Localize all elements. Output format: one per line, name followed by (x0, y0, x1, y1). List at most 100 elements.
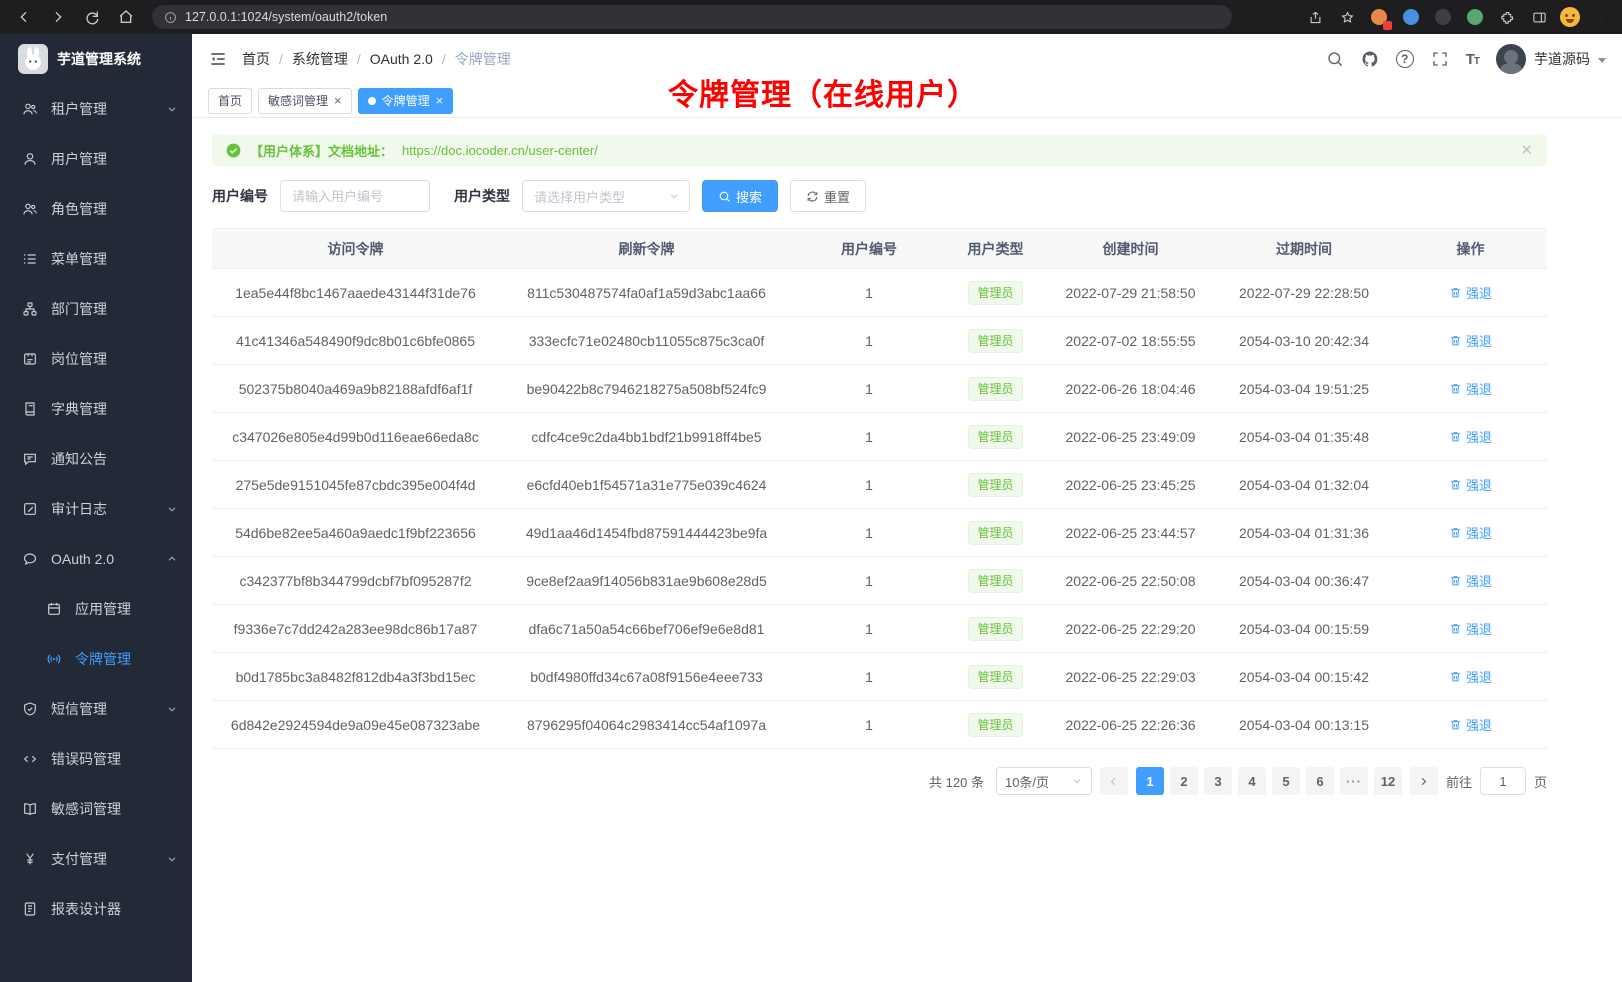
url-bar[interactable]: 127.0.0.1:1024/system/oauth2/token (152, 5, 1232, 29)
next-page-button[interactable] (1410, 767, 1438, 795)
force-logout-button[interactable]: 强退 (1449, 283, 1492, 302)
delete-icon (1449, 622, 1462, 635)
page-button-5[interactable]: 5 (1272, 767, 1300, 795)
search-button[interactable]: 搜索 (702, 180, 778, 212)
sidebar-item-notice[interactable]: 通知公告 (0, 434, 192, 484)
extension-dark-icon[interactable] (1432, 6, 1454, 28)
tab-token[interactable]: 令牌管理× (358, 88, 454, 114)
extension-grid-icon[interactable] (1368, 6, 1390, 28)
create-time-cell: 2022-06-25 22:50:08 (1047, 557, 1214, 605)
doc-link[interactable]: https://doc.iocoder.cn/user-center/ (402, 143, 598, 158)
force-logout-button[interactable]: 强退 (1449, 475, 1492, 494)
sidebar-item-pay[interactable]: 支付管理 (0, 834, 192, 884)
force-logout-button[interactable]: 强退 (1449, 667, 1492, 686)
sidebar-item-errcode[interactable]: 错误码管理 (0, 734, 192, 784)
action-cell: 强退 (1394, 701, 1547, 749)
sidebar-item-report[interactable]: 报表设计器 (0, 884, 192, 934)
back-icon[interactable] (10, 5, 38, 29)
page-size-select[interactable]: 10条/页 (996, 767, 1092, 795)
close-icon[interactable]: × (436, 94, 444, 107)
puzzle-icon[interactable] (1496, 6, 1518, 28)
breadcrumb-item[interactable]: 系统管理 (292, 49, 348, 69)
page-button-2[interactable]: 2 (1170, 767, 1198, 795)
sidebar-item-dept[interactable]: 部门管理 (0, 284, 192, 334)
breadcrumb-item[interactable]: OAuth 2.0 (370, 51, 433, 67)
access-token-cell: 275e5de9151045fe87cbdc395e004f4d (212, 461, 499, 509)
action-cell: 强退 (1394, 269, 1547, 317)
side-panel-icon[interactable] (1528, 6, 1550, 28)
sidebar-item-sms[interactable]: 短信管理 (0, 684, 192, 734)
action-cell: 强退 (1394, 605, 1547, 653)
sidebar-item-oauth2-app[interactable]: 应用管理 (0, 584, 192, 634)
sidebar-item-oauth2[interactable]: OAuth 2.0 (0, 534, 192, 584)
home-icon[interactable] (112, 5, 140, 29)
user-id-input[interactable] (280, 180, 430, 212)
menu-icon (22, 251, 38, 267)
sidebar-item-tenant[interactable]: 租户管理 (0, 84, 192, 134)
extension-blue-icon[interactable] (1400, 6, 1422, 28)
force-logout-button[interactable]: 强退 (1449, 715, 1492, 734)
tab-sensitive[interactable]: 敏感词管理× (258, 88, 352, 114)
filter-form: 用户编号 用户类型 请选择用户类型 搜索 重置 (212, 180, 1622, 212)
sidebar-item-sensitive[interactable]: 敏感词管理 (0, 784, 192, 834)
close-icon[interactable]: ✕ (1520, 141, 1533, 159)
url-text[interactable]: 127.0.0.1:1024/system/oauth2/token (185, 10, 387, 24)
force-logout-button[interactable]: 强退 (1449, 379, 1492, 398)
page-ellipsis[interactable]: ··· (1340, 767, 1368, 795)
goto-page-input[interactable] (1480, 767, 1526, 795)
page-button-4[interactable]: 4 (1238, 767, 1266, 795)
sidebar-item-role[interactable]: 角色管理 (0, 184, 192, 234)
reset-button[interactable]: 重置 (790, 180, 866, 212)
table-row: 41c41346a548490f9dc8b01c6bfe0865333ecfc7… (212, 317, 1547, 365)
page-content: 【用户体系】文档地址： https://doc.iocoder.cn/user-… (192, 118, 1622, 795)
page-button-12[interactable]: 12 (1374, 767, 1402, 795)
user-id-cell: 1 (794, 365, 944, 413)
breadcrumb-item[interactable]: 首页 (242, 49, 270, 69)
refresh-icon[interactable] (78, 5, 106, 29)
sidebar-item-oauth2-token[interactable]: 令牌管理 (0, 634, 192, 684)
create-time-cell: 2022-06-25 22:29:03 (1047, 653, 1214, 701)
access-token-cell: f9336e7c7dd242a283ee98dc86b17a87 (212, 605, 499, 653)
prev-page-button[interactable] (1100, 767, 1128, 795)
force-logout-button[interactable]: 强退 (1449, 571, 1492, 590)
user-id-cell: 1 (794, 653, 944, 701)
force-logout-button[interactable]: 强退 (1449, 331, 1492, 350)
star-icon[interactable] (1336, 6, 1358, 28)
user-menu[interactable]: 芋道源码 (1496, 44, 1606, 74)
force-logout-button[interactable]: 强退 (1449, 427, 1492, 446)
user-type-select[interactable]: 请选择用户类型 (522, 180, 690, 212)
page-button-1[interactable]: 1 (1136, 767, 1164, 795)
sidebar-item-user[interactable]: 用户管理 (0, 134, 192, 184)
collapse-menu-icon[interactable] (208, 49, 228, 69)
font-size-icon[interactable]: TT (1466, 51, 1479, 68)
github-icon[interactable] (1361, 50, 1379, 68)
page-button-6[interactable]: 6 (1306, 767, 1334, 795)
sidebar-item-menu[interactable]: 菜单管理 (0, 234, 192, 284)
help-icon[interactable]: ? (1396, 50, 1414, 68)
search-icon[interactable] (1326, 50, 1344, 68)
fullscreen-icon[interactable] (1431, 50, 1449, 68)
create-time-cell: 2022-06-26 18:04:46 (1047, 365, 1214, 413)
sidebar: 芋道管理系统 租户管理用户管理角色管理菜单管理部门管理岗位管理字典管理通知公告审… (0, 34, 192, 982)
sidebar-item-dict[interactable]: 字典管理 (0, 384, 192, 434)
sidebar-item-audit[interactable]: 审计日志 (0, 484, 192, 534)
profile-avatar[interactable] (1560, 7, 1580, 27)
force-logout-button[interactable]: 强退 (1449, 523, 1492, 542)
forward-icon[interactable] (44, 5, 72, 29)
tab-home[interactable]: 首页 (208, 88, 252, 114)
info-icon[interactable] (164, 11, 177, 24)
extension-green-icon[interactable] (1464, 6, 1486, 28)
sidebar-item-post[interactable]: 岗位管理 (0, 334, 192, 384)
close-icon[interactable]: × (334, 94, 342, 107)
create-time-cell: 2022-06-25 23:49:09 (1047, 413, 1214, 461)
breadcrumb-separator: / (442, 51, 446, 67)
user-id-cell: 1 (794, 461, 944, 509)
more-vert-icon[interactable] (1590, 6, 1612, 28)
table-header-row: 访问令牌刷新令牌用户编号用户类型创建时间过期时间操作 (212, 229, 1547, 269)
delete-icon (1449, 334, 1462, 347)
refresh-token-cell: 333ecfc71e02480cb11055c875c3ca0f (499, 317, 794, 365)
force-logout-button[interactable]: 强退 (1449, 619, 1492, 638)
user-type-badge: 管理员 (968, 329, 1022, 353)
page-button-3[interactable]: 3 (1204, 767, 1232, 795)
share-icon[interactable] (1304, 6, 1326, 28)
